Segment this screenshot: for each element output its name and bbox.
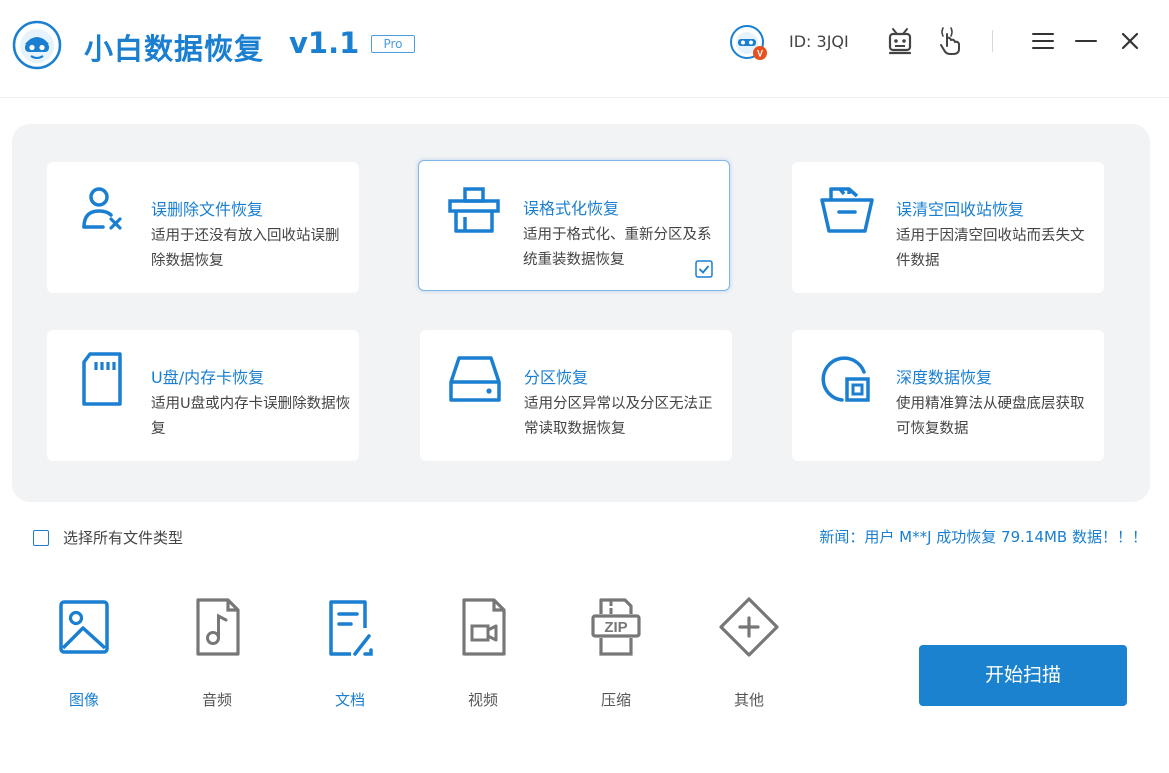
- file-type-label: 文档: [334, 691, 365, 709]
- file-type-video[interactable]: 视频: [438, 592, 528, 722]
- svg-text:ZIP: ZIP: [604, 619, 627, 636]
- minimize-icon[interactable]: [1069, 24, 1103, 58]
- logo-icon: [12, 20, 62, 70]
- svg-text:V: V: [757, 49, 763, 59]
- close-icon[interactable]: [1113, 24, 1147, 58]
- avatar-icon[interactable]: V: [729, 24, 769, 62]
- select-all-checkbox[interactable]: [33, 529, 49, 546]
- pro-badge: Pro: [371, 35, 415, 53]
- mode-title: 误格式化恢复: [523, 199, 620, 218]
- user-id: ID: 3JQI: [789, 32, 849, 51]
- robot-icon[interactable]: [883, 24, 917, 58]
- header-divider: [992, 30, 993, 52]
- mode-card-usb-card[interactable]: U盘/内存卡恢复 适用U盘或内存卡误删除数据恢复: [47, 330, 359, 461]
- mode-desc: 适用分区异常以及分区无法正常读取数据恢复: [524, 396, 713, 437]
- mode-desc: 使用精准算法从硬盘底层获取可恢复数据: [896, 396, 1085, 437]
- deep-scan-icon: [821, 356, 870, 402]
- file-type-label: 视频: [467, 691, 498, 709]
- hand-pointer-icon[interactable]: [934, 24, 968, 58]
- mode-card-recycle-bin[interactable]: 误清空回收站恢复 适用于因清空回收站而丢失文件数据: [792, 162, 1104, 293]
- mode-card-format-recovery[interactable]: 误格式化恢复 适用于格式化、重新分区及系统重装数据恢复: [418, 160, 730, 291]
- audio-icon: [196, 598, 240, 656]
- start-scan-button[interactable]: 开始扫描: [919, 645, 1127, 706]
- mode-desc: 适用于格式化、重新分区及系统重装数据恢复: [523, 227, 712, 268]
- format-drive-icon: [448, 187, 500, 233]
- mode-desc: 适用于还没有放入回收站误删除数据恢复: [151, 228, 340, 269]
- file-type-audio[interactable]: 音频: [172, 592, 262, 722]
- file-type-other[interactable]: 其他: [704, 592, 794, 722]
- file-type-label: 其他: [733, 691, 764, 709]
- app-title: 小白数据恢复: [84, 32, 265, 66]
- mode-title: 分区恢复: [524, 368, 589, 387]
- app-version: v1.1: [289, 26, 360, 60]
- file-type-label: 图像: [68, 691, 99, 709]
- document-icon: [329, 600, 373, 656]
- mode-desc: 适用U盘或内存卡误删除数据恢复: [151, 396, 351, 437]
- sd-card-icon: [82, 352, 122, 406]
- file-type-image[interactable]: 图像: [39, 592, 129, 722]
- select-all-file-types[interactable]: 选择所有文件类型: [33, 527, 183, 548]
- menu-icon[interactable]: [1026, 24, 1060, 58]
- file-type-label: 压缩: [600, 691, 631, 709]
- mode-title: 误清空回收站恢复: [896, 200, 1025, 219]
- hard-disk-icon: [449, 356, 501, 402]
- file-type-label: 音频: [201, 691, 232, 709]
- title-bar: 小白数据恢复 v1.1 Pro V ID: 3JQI: [0, 0, 1169, 98]
- zip-icon: ZIP: [591, 598, 641, 656]
- mode-card-deleted-files[interactable]: 误删除文件恢复 适用于还没有放入回收站误删除数据恢复: [47, 162, 359, 293]
- mode-title: U盘/内存卡恢复: [151, 368, 265, 387]
- recycle-bin-icon: [820, 187, 874, 233]
- mode-card-partition[interactable]: 分区恢复 适用分区异常以及分区无法正常读取数据恢复: [420, 330, 732, 461]
- select-all-label: 选择所有文件类型: [63, 529, 184, 547]
- user-delete-icon: [82, 187, 122, 230]
- recovery-mode-panel: 误删除文件恢复 适用于还没有放入回收站误删除数据恢复 误格式化恢复 适用于格式化…: [12, 124, 1150, 502]
- image-icon: [59, 600, 109, 654]
- mode-card-deep-recovery[interactable]: 深度数据恢复 使用精准算法从硬盘底层获取可恢复数据: [792, 330, 1104, 461]
- news-ticker: 新闻：用户 M**J 成功恢复 79.14MB 数据！！！: [819, 528, 1147, 546]
- mode-desc: 适用于因清空回收站而丢失文件数据: [896, 228, 1085, 269]
- mode-title: 误删除文件恢复: [151, 200, 264, 219]
- mode-title: 深度数据恢复: [896, 368, 993, 387]
- file-type-document[interactable]: 文档: [305, 592, 395, 722]
- selected-check-icon: [695, 260, 713, 278]
- file-type-archive[interactable]: ZIP 压缩: [571, 592, 661, 722]
- other-icon: [719, 597, 779, 657]
- video-icon: [462, 598, 506, 656]
